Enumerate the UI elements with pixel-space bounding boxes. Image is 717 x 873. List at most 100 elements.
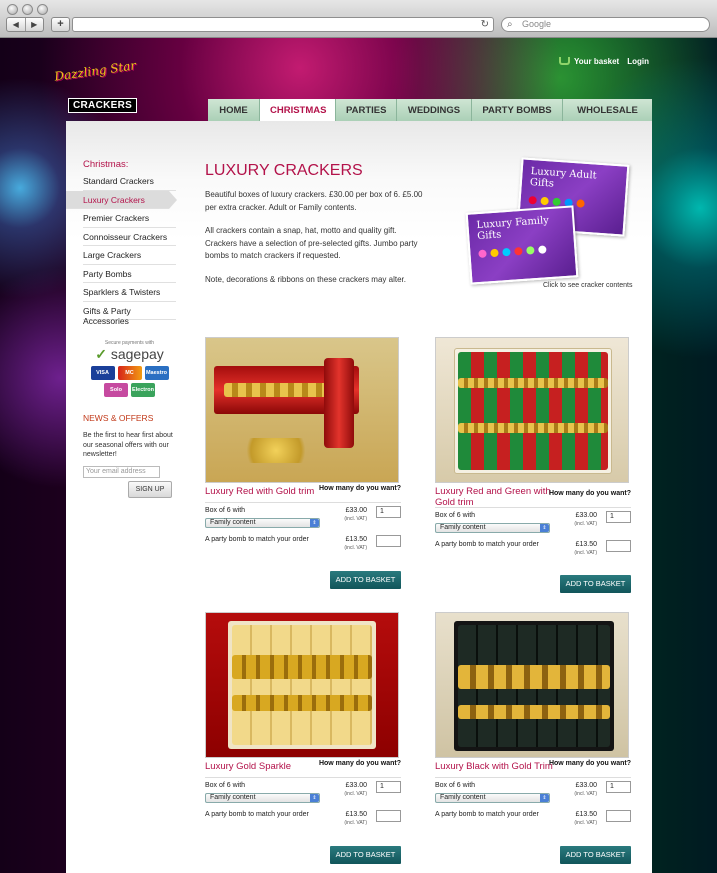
bomb-price: £13.50 (incl. VAT) — [574, 811, 597, 826]
bomb-qty-input[interactable] — [606, 810, 631, 822]
product-image[interactable] — [435, 337, 629, 483]
content-panel: Christmas: Standard Crackers Luxury Crac… — [66, 121, 652, 873]
browser-toolbar: ◀ ▶ + ↻ ⌕ Google — [0, 0, 717, 38]
sidebar-item-connoisseur-crackers[interactable]: Connoisseur Crackers — [83, 228, 176, 246]
sidebar: Christmas: Standard Crackers Luxury Crac… — [66, 159, 177, 498]
mastercard-icon: MC — [117, 366, 142, 380]
divider — [205, 777, 401, 778]
select-arrow-icon: ⇕ — [540, 524, 549, 532]
sidebar-item-sparklers[interactable]: Sparklers & Twisters — [83, 283, 176, 302]
window-minimize-dot[interactable] — [22, 4, 33, 15]
box-qty-input[interactable]: 1 — [376, 506, 401, 518]
window-zoom-dot[interactable] — [37, 4, 48, 15]
login-link[interactable]: Login — [627, 57, 649, 66]
add-to-basket-button[interactable]: ADD TO BASKET — [560, 575, 631, 593]
sidebar-item-large-crackers[interactable]: Large Crackers — [83, 246, 176, 265]
add-to-basket-button[interactable]: ADD TO BASKET — [330, 846, 401, 864]
news-title: NEWS & OFFERS — [83, 413, 154, 423]
tab-parties[interactable]: PARTIES — [336, 99, 397, 122]
product-image[interactable] — [205, 337, 399, 483]
solo-card-icon: Solo — [104, 383, 128, 397]
tab-christmas[interactable]: CHRISTMAS — [260, 99, 336, 123]
signup-button[interactable]: SIGN UP — [128, 480, 172, 498]
product-image[interactable] — [435, 612, 629, 758]
adult-gifts-label: Luxury Adult Gifts — [529, 165, 597, 190]
bomb-qty-input[interactable] — [606, 540, 631, 552]
sidebar-item-premier-crackers[interactable]: Premier Crackers — [83, 209, 176, 228]
logo-text: CRACKERS — [68, 98, 138, 113]
sidebar-item-party-bombs[interactable]: Party Bombs — [83, 265, 176, 283]
content-select[interactable]: Family content ⇕ — [205, 793, 320, 803]
howmany-label: How many do you want? — [318, 760, 401, 767]
sidebar-item-luxury-crackers[interactable]: Luxury Crackers — [66, 190, 177, 209]
tab-wholesale[interactable]: WHOLESALE — [563, 99, 652, 122]
search-icon: ⌕ — [507, 19, 513, 30]
howmany-label: How many do you want? — [318, 485, 401, 492]
howmany-label: How many do you want? — [548, 490, 631, 497]
product-card: Luxury Gold Sparkle How many do you want… — [205, 612, 401, 864]
new-tab-button[interactable]: + — [51, 17, 70, 32]
newsletter-email-input[interactable]: Your email address — [83, 465, 160, 478]
logo-script-text: Dazzling Star — [53, 58, 137, 84]
content-select[interactable]: Family content ⇕ — [435, 523, 550, 533]
add-to-basket-button[interactable]: ADD TO BASKET — [330, 571, 401, 589]
product-card: Luxury Red with Gold trim How many do yo… — [205, 337, 401, 589]
address-bar[interactable]: ↻ — [72, 17, 494, 32]
add-to-basket-button[interactable]: ADD TO BASKET — [560, 846, 631, 864]
reload-icon[interactable]: ↻ — [481, 19, 489, 30]
gift-contents-images[interactable]: Luxury Adult Gifts Luxury Family Gifts — [465, 157, 630, 291]
select-arrow-icon: ⇕ — [540, 794, 549, 802]
select-arrow-icon: ⇕ — [310, 794, 319, 802]
product-name[interactable]: Luxury Gold Sparkle — [205, 761, 330, 773]
box-qty-input[interactable]: 1 — [606, 511, 631, 523]
box-label: Box of 6 with — [435, 782, 476, 789]
product-name[interactable]: Luxury Black with Gold Trim — [435, 761, 560, 773]
basket-link[interactable]: Your basket — [559, 57, 619, 66]
divider — [435, 507, 631, 508]
product-image[interactable] — [205, 612, 399, 758]
product-name[interactable]: Luxury Red with Gold trim — [205, 486, 330, 498]
gift-caption[interactable]: Click to see cracker contents — [543, 282, 632, 289]
visa-card-icon: VISA — [90, 366, 115, 380]
history-nav: ◀ ▶ — [6, 17, 44, 32]
account-links: Your basket Login — [559, 57, 649, 66]
sagepay-logo: ✓ sagepay — [95, 346, 164, 362]
bomb-price: £13.50 (incl. VAT) — [344, 536, 367, 551]
product-card: Luxury Black with Gold Trim How many do … — [435, 612, 631, 864]
box-qty-input[interactable]: 1 — [376, 781, 401, 793]
content-select[interactable]: Family content ⇕ — [435, 793, 550, 803]
basket-icon — [559, 57, 571, 65]
box-price: £33.00 (incl. VAT) — [344, 782, 367, 797]
content-select[interactable]: Family content ⇕ — [205, 518, 320, 528]
intro-paragraph-1: Beautiful boxes of luxury crackers. £30.… — [205, 190, 423, 212]
bomb-row: A party bomb to match your order £13.50(… — [435, 810, 631, 826]
product-name[interactable]: Luxury Red and Green with Gold trim — [435, 486, 560, 508]
bomb-row: A party bomb to match your order £13.50(… — [205, 535, 401, 551]
tab-home[interactable]: HOME — [208, 99, 260, 122]
box-qty-input[interactable]: 1 — [606, 781, 631, 793]
bomb-qty-input[interactable] — [376, 535, 401, 547]
box-label: Box of 6 with — [205, 782, 246, 789]
family-gifts-label: Luxury Family Gifts — [476, 215, 550, 243]
bomb-price: £13.50 (incl. VAT) — [574, 541, 597, 556]
family-gifts-image[interactable]: Luxury Family Gifts — [465, 205, 579, 285]
back-arrow-icon[interactable]: ◀ — [7, 18, 25, 31]
bomb-qty-input[interactable] — [376, 810, 401, 822]
sidebar-item-gifts[interactable]: Gifts & Party Accessories — [83, 302, 176, 326]
bomb-label: A party bomb to match your order — [205, 811, 309, 818]
window-close-dot[interactable] — [7, 4, 18, 15]
sidebar-item-standard-crackers[interactable]: Standard Crackers — [83, 172, 176, 191]
box-label: Box of 6 with — [435, 512, 476, 519]
forward-arrow-icon[interactable]: ▶ — [24, 18, 44, 31]
intro-paragraph-3: Note, decorations & ribbons on these cra… — [205, 275, 406, 284]
product-card: Luxury Red and Green with Gold trim How … — [435, 337, 631, 595]
search-field[interactable]: ⌕ Google — [501, 17, 710, 32]
bomb-label: A party bomb to match your order — [435, 811, 539, 818]
tab-party-bombs[interactable]: PARTY BOMBS — [472, 99, 563, 122]
tab-weddings[interactable]: WEDDINGS — [397, 99, 472, 122]
box-row: Box of 6 with £33.00 (incl. VAT) 1 Family… — [205, 781, 401, 803]
bomb-label: A party bomb to match your order — [435, 541, 539, 548]
intro-paragraph-2: All crackers contain a snap, hat, motto … — [205, 226, 418, 260]
site-logo[interactable]: Dazzling Star CRACKERS — [52, 58, 152, 114]
box-row: Box of 6 with £33.00 (incl. VAT) 1 Family… — [205, 506, 401, 528]
